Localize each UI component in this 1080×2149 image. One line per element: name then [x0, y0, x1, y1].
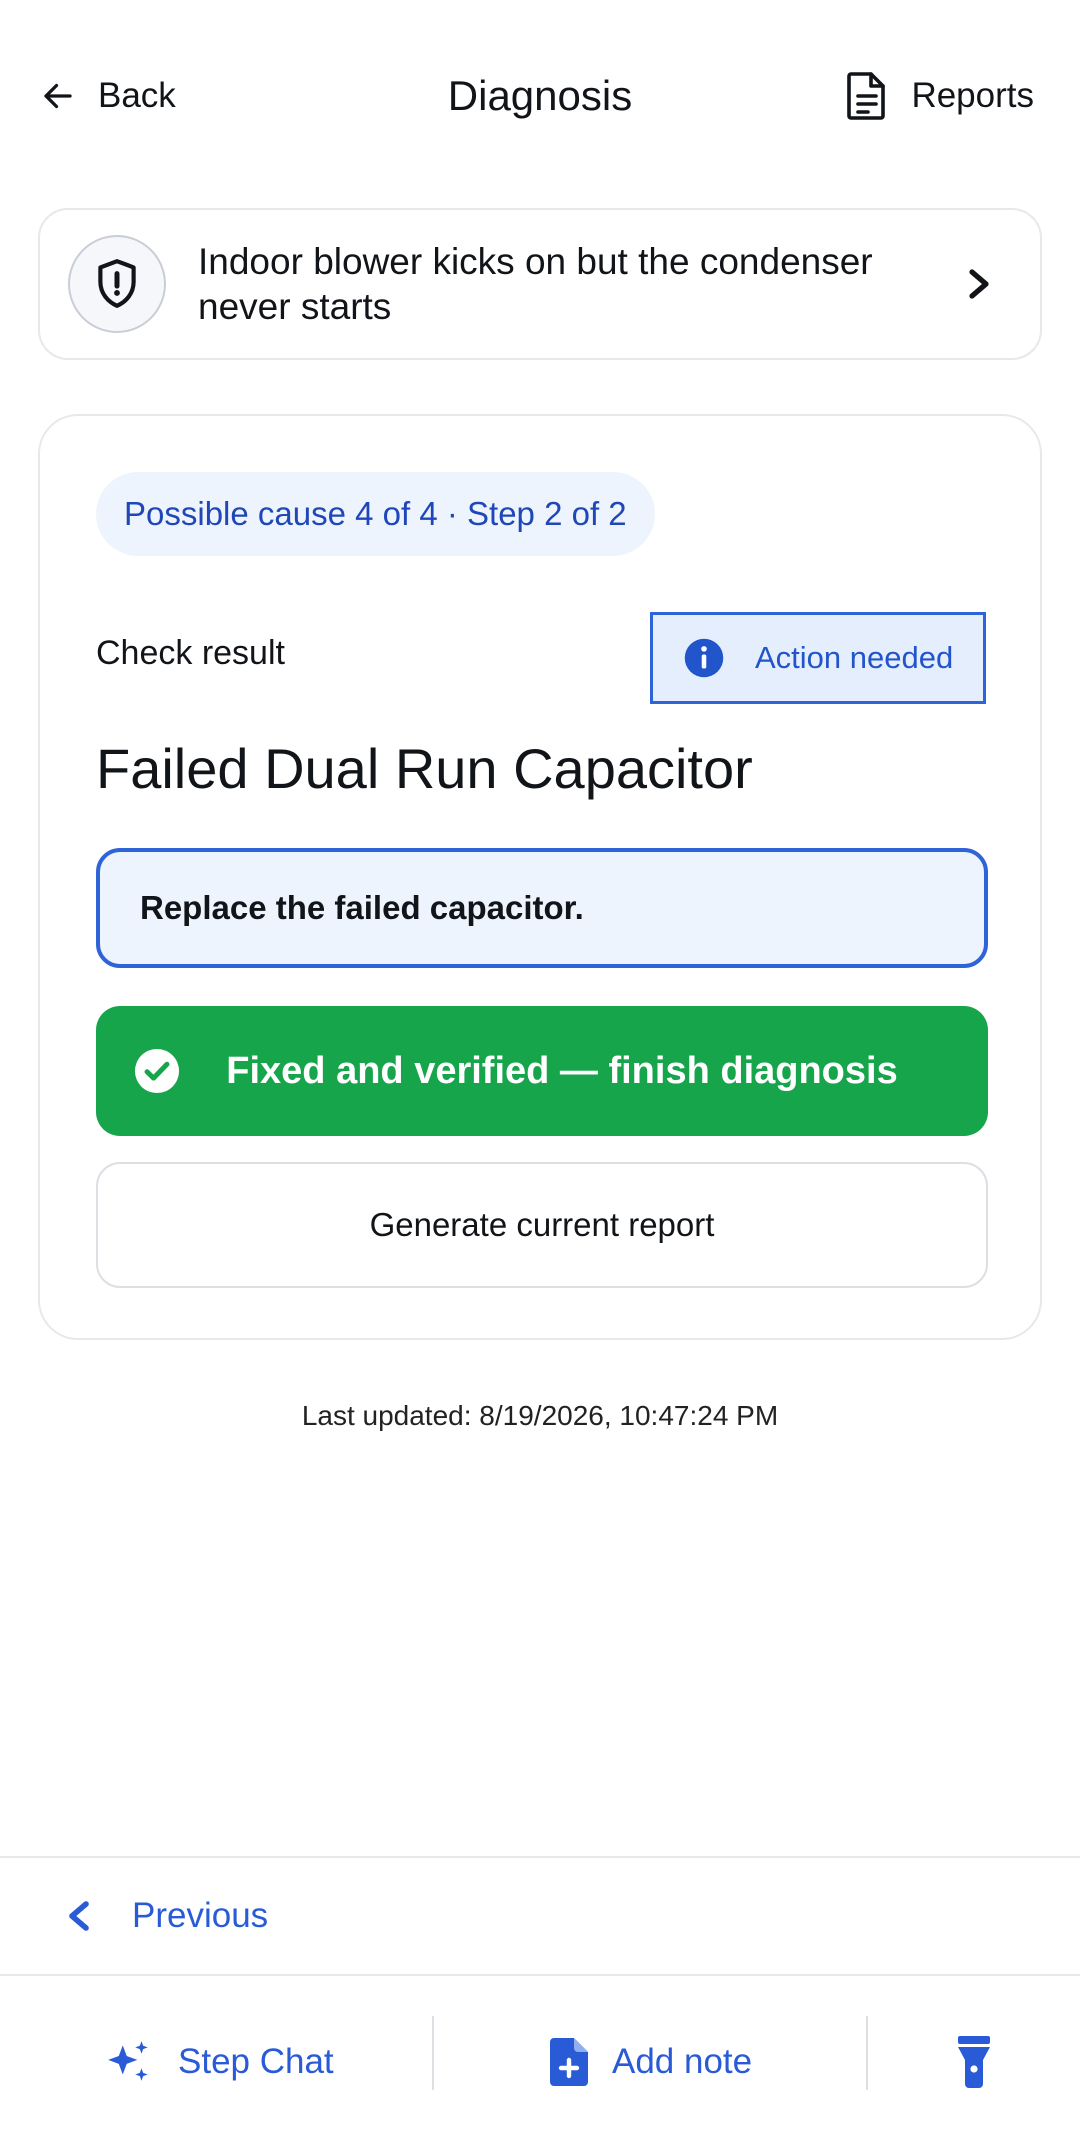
step-navigation-bar: Previous: [0, 1856, 1080, 1976]
step-progress-pill: Possible cause 4 of 4 · Step 2 of 2: [96, 472, 655, 556]
chevron-right-icon: [969, 269, 989, 299]
top-app-bar: Back Diagnosis Reports: [0, 0, 1080, 190]
divider: [432, 2016, 434, 2090]
last-updated-text: Last updated: 8/19/2026, 10:47:24 PM: [301, 1400, 779, 1431]
step-chat-button[interactable]: Step Chat: [104, 2012, 334, 2112]
reports-label: Reports: [911, 76, 1034, 115]
add-note-button[interactable]: Add note: [550, 2012, 752, 2112]
info-icon: [684, 638, 724, 678]
shield-alert-icon: [68, 235, 166, 333]
note-add-icon: [550, 2038, 588, 2086]
document-icon: [847, 72, 886, 120]
diagnosis-screen: Back Diagnosis Reports Indoor blower kic…: [0, 0, 1080, 2149]
sparkles-icon: [108, 2041, 148, 2081]
flashlight-icon: [958, 2036, 990, 2088]
check-result-label: Check result: [96, 634, 285, 672]
flashlight-button[interactable]: [954, 2012, 994, 2112]
finish-diagnosis-label: Fixed and verified — finish diagnosis: [226, 1049, 898, 1092]
instruction-box: Replace the failed capacitor.: [96, 848, 988, 968]
previous-button[interactable]: Previous: [66, 1858, 268, 1974]
problem-summary-card[interactable]: Indoor blower kicks on but the condenser…: [38, 208, 1042, 360]
chevron-left-icon: [69, 1901, 89, 1931]
finish-diagnosis-button[interactable]: Fixed and verified — finish diagnosis: [96, 1006, 988, 1136]
cause-title: Failed Dual Run Capacitor: [96, 737, 753, 800]
check-circle-icon: [134, 1048, 180, 1094]
divider: [866, 2016, 868, 2090]
action-needed-badge: Action needed: [650, 612, 986, 704]
reports-button[interactable]: Reports: [845, 68, 1034, 124]
action-needed-label: Action needed: [755, 640, 954, 675]
previous-label: Previous: [132, 1896, 269, 1935]
problem-description: Indoor blower kicks on but the condenser…: [198, 241, 873, 327]
add-note-label: Add note: [612, 2042, 753, 2081]
step-chat-label: Step Chat: [178, 2042, 334, 2081]
diagnosis-step-card: Possible cause 4 of 4 · Step 2 of 2 Chec…: [38, 414, 1042, 1340]
bottom-action-bar: Step Chat Add note: [0, 1976, 1080, 2149]
generate-report-button[interactable]: Generate current report: [96, 1162, 988, 1288]
